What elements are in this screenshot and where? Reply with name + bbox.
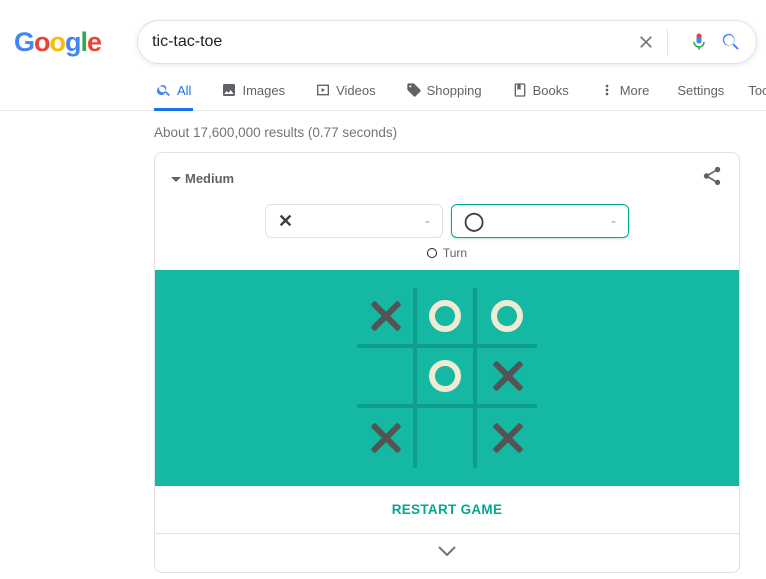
tab-shopping[interactable]: Shopping [404, 82, 484, 110]
cell-1[interactable] [417, 288, 477, 348]
tab-label: Books [533, 83, 569, 98]
restart-button[interactable]: RESTART GAME [155, 486, 739, 533]
cell-0[interactable] [357, 288, 417, 348]
difficulty-label: Medium [185, 171, 234, 186]
cell-6[interactable] [357, 408, 417, 468]
clear-icon[interactable] [635, 32, 657, 52]
o-score-value: - [611, 213, 616, 230]
player-o-score[interactable]: ◯ - [451, 204, 629, 238]
expand-button[interactable] [155, 533, 739, 572]
game-board [357, 288, 537, 468]
tab-label: More [620, 83, 650, 98]
tab-more[interactable]: More [597, 82, 652, 110]
x-score-value: - [425, 213, 430, 230]
tab-images[interactable]: Images [219, 82, 287, 110]
google-logo[interactable]: Google [14, 27, 101, 58]
cell-7[interactable] [417, 408, 477, 468]
result-stats: About 17,600,000 results (0.77 seconds) [154, 111, 740, 152]
turn-o-icon [427, 248, 437, 258]
search-input[interactable] [152, 33, 625, 51]
settings-link[interactable]: Settings [677, 83, 724, 98]
tab-label: Shopping [427, 83, 482, 98]
o-symbol: ◯ [464, 211, 484, 232]
search-nav: All Images Videos Shopping Books More Se… [0, 82, 766, 111]
tools-link[interactable]: Tools [748, 83, 766, 98]
search-bar [137, 20, 757, 64]
mic-icon[interactable] [688, 32, 710, 52]
cell-2[interactable] [477, 288, 537, 348]
search-icon[interactable] [720, 31, 742, 53]
tab-label: All [177, 83, 191, 98]
divider [667, 29, 668, 55]
tab-label: Images [242, 83, 285, 98]
turn-indicator: Turn [155, 238, 739, 270]
turn-label: Turn [443, 246, 467, 260]
tab-label: Videos [336, 83, 376, 98]
share-icon[interactable] [701, 165, 723, 192]
tictactoe-card: Medium ✕ - ◯ - Turn [154, 152, 740, 573]
cell-8[interactable] [477, 408, 537, 468]
x-symbol: ✕ [278, 211, 293, 232]
cell-4[interactable] [417, 348, 477, 408]
tab-videos[interactable]: Videos [313, 82, 378, 110]
cell-3[interactable] [357, 348, 417, 408]
player-x-score[interactable]: ✕ - [265, 204, 443, 238]
tab-all[interactable]: All [154, 82, 193, 111]
cell-5[interactable] [477, 348, 537, 408]
tab-books[interactable]: Books [510, 82, 571, 110]
difficulty-selector[interactable]: Medium [171, 171, 234, 186]
